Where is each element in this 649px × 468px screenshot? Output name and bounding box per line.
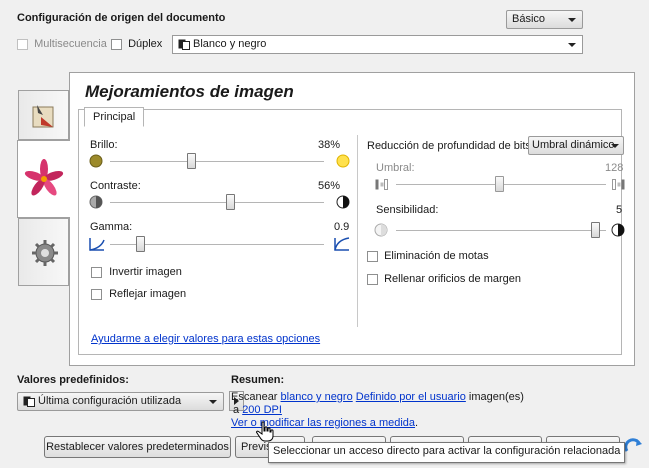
sensitivity-slider-track bbox=[396, 230, 606, 232]
bw-page-icon bbox=[23, 396, 35, 407]
tab-device-settings[interactable] bbox=[18, 218, 69, 286]
sensitivity-high-icon bbox=[611, 223, 625, 237]
brightness-slider-track bbox=[110, 161, 324, 163]
sensitivity-value: 5 bbox=[616, 204, 623, 216]
tab-image-enhancements[interactable] bbox=[17, 140, 70, 218]
chevron-down-icon bbox=[568, 18, 576, 22]
summary-line-1: Escanear blanco y negro Definido por el … bbox=[231, 391, 524, 403]
panel-heading: Mejoramientos de imagen bbox=[85, 82, 294, 101]
summary-period: . bbox=[415, 417, 419, 429]
despeckle-box bbox=[367, 250, 378, 262]
chevron-down-icon bbox=[568, 43, 576, 47]
threshold-high-icon bbox=[612, 179, 625, 190]
tooltip: Seleccionar un acceso directo para activ… bbox=[268, 442, 626, 463]
summary-user-link[interactable]: Definido por el usuario bbox=[356, 391, 466, 403]
holefill-checkbox[interactable]: Rellenar orificios de margen bbox=[367, 273, 521, 285]
mode-select[interactable]: Básico bbox=[506, 10, 583, 29]
multiseq-label: Multisecuencia bbox=[34, 38, 107, 50]
scanner-document-icon bbox=[32, 105, 54, 128]
bitdepth-value: Umbral dinámico bbox=[532, 139, 615, 151]
threshold-low-icon bbox=[375, 179, 388, 190]
summary-prefix: Escanear bbox=[231, 391, 278, 403]
color-mode-select[interactable]: Blanco y negro bbox=[172, 35, 583, 54]
mode-select-value: Básico bbox=[512, 13, 546, 25]
mirror-label: Reflejar imagen bbox=[109, 288, 187, 300]
mirror-box bbox=[91, 288, 102, 300]
presets-title: Valores predefinidos: bbox=[17, 374, 129, 386]
threshold-value: 128 bbox=[605, 162, 624, 174]
contrast-slider-track bbox=[110, 202, 324, 204]
refresh-arrow-icon[interactable] bbox=[624, 437, 644, 457]
gamma-high-icon bbox=[334, 237, 350, 251]
mirror-checkbox[interactable]: Reflejar imagen bbox=[91, 288, 186, 300]
summary-dpi-prefix: a bbox=[233, 404, 240, 416]
despeckle-label: Eliminación de motas bbox=[384, 250, 489, 262]
column-divider bbox=[357, 135, 358, 327]
bw-page-icon bbox=[178, 39, 190, 50]
brightness-value: 38% bbox=[318, 139, 341, 151]
threshold-slider-thumb[interactable] bbox=[495, 176, 504, 192]
source-config-title: Configuración de origen del documento bbox=[17, 12, 226, 24]
duplex-label: Dúplex bbox=[128, 38, 163, 50]
tab-document-source[interactable] bbox=[18, 90, 69, 140]
bitdepth-select[interactable]: Umbral dinámico bbox=[528, 136, 624, 155]
gamma-label: Gamma: bbox=[90, 221, 133, 233]
reset-defaults-button[interactable]: Restablecer valores predeterminados bbox=[44, 436, 231, 458]
dark-sun-icon bbox=[89, 154, 103, 168]
contrast-slider-thumb[interactable] bbox=[225, 194, 235, 210]
duplex-box bbox=[111, 38, 122, 50]
low-contrast-icon bbox=[89, 195, 103, 209]
contrast-label: Contraste: bbox=[90, 180, 141, 192]
help-link[interactable]: Ayudarme a elegir valores para estas opc… bbox=[91, 333, 320, 345]
contrast-value: 56% bbox=[318, 180, 341, 192]
color-mode-value: Blanco y negro bbox=[193, 38, 267, 50]
gear-icon bbox=[32, 240, 58, 266]
gamma-value: 0.9 bbox=[334, 221, 350, 233]
summary-line-2: a 200 DPI bbox=[233, 404, 282, 416]
bitdepth-label: Reducción de profundidad de bits: bbox=[367, 140, 534, 152]
summary-title: Resumen: bbox=[231, 374, 285, 386]
brightness-slider-thumb[interactable] bbox=[187, 153, 197, 169]
threshold-label: Umbral: bbox=[376, 162, 415, 174]
gamma-low-icon bbox=[89, 238, 105, 251]
hand-cursor-icon bbox=[256, 421, 274, 442]
high-contrast-icon bbox=[336, 195, 350, 209]
holefill-box bbox=[367, 273, 378, 285]
tab-principal[interactable]: Principal bbox=[84, 107, 145, 127]
chevron-down-icon bbox=[209, 400, 217, 404]
multiseq-checkbox[interactable]: Multisecuencia bbox=[17, 38, 107, 50]
image-enhancements-panel: Mejoramientos de imagen Principal Brillo… bbox=[69, 72, 635, 366]
sensitivity-low-icon bbox=[374, 223, 388, 237]
duplex-checkbox[interactable]: Dúplex bbox=[111, 38, 162, 50]
sensitivity-label: Sensibilidad: bbox=[376, 204, 439, 216]
flower-icon bbox=[24, 159, 64, 196]
summary-suffix: imagen(es) bbox=[468, 391, 524, 403]
invert-label: Invertir imagen bbox=[109, 266, 182, 278]
sensitivity-slider-thumb[interactable] bbox=[591, 222, 600, 238]
gamma-slider-thumb[interactable] bbox=[136, 236, 145, 252]
despeckle-checkbox[interactable]: Eliminación de motas bbox=[367, 250, 489, 262]
holefill-label: Rellenar orificios de margen bbox=[384, 273, 522, 285]
summary-dpi-link[interactable]: 200 DPI bbox=[242, 404, 282, 416]
presets-value: Última configuración utilizada bbox=[38, 395, 182, 407]
invert-box bbox=[91, 266, 102, 278]
bright-sun-icon bbox=[336, 154, 350, 168]
presets-select[interactable]: Última configuración utilizada bbox=[17, 392, 224, 411]
multiseq-box bbox=[17, 38, 28, 50]
invert-checkbox[interactable]: Invertir imagen bbox=[91, 266, 182, 278]
brightness-label: Brillo: bbox=[90, 139, 118, 151]
summary-color-link[interactable]: blanco y negro bbox=[281, 391, 353, 403]
chevron-down-icon bbox=[611, 144, 619, 148]
